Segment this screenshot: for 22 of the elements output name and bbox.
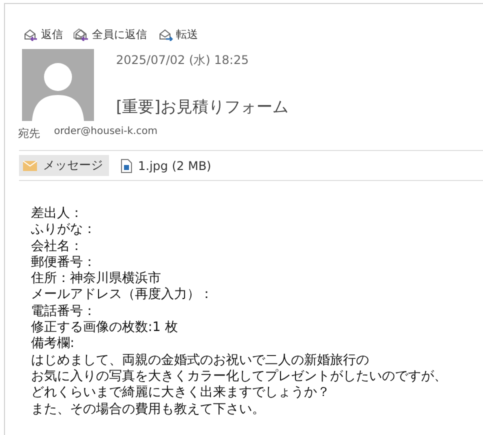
date-text: 2025/07/02 (水) 18:25 (116, 52, 250, 69)
forward-button[interactable]: 転送 (157, 26, 198, 42)
body-line: 差出人： (31, 206, 84, 222)
body-line: 備考欄: (31, 336, 76, 353)
reply-button[interactable]: 返信 (22, 26, 63, 42)
body-line: はじめまして、両親の金婚式のお祝いで二人の新婚旅行の (31, 352, 370, 369)
body-line: 住所：神奈川県横浜市 (31, 271, 162, 287)
message-tab[interactable]: メッセージ (19, 155, 109, 176)
reply-all-button[interactable]: 全員に返信 (73, 26, 147, 42)
to-label: 宛先 (18, 126, 40, 141)
body-line: メールアドレス（再度入力）： (31, 287, 214, 304)
recipient-address: order@housei-k.com (54, 126, 158, 139)
body-line: 電話番号： (31, 304, 97, 320)
body-line: また、その場合の費用も教えて下さい。 (31, 402, 266, 418)
body-line: 郵便番号： (31, 254, 97, 271)
attachment-tab[interactable]: 1.jpg (2 MB) (117, 155, 216, 176)
body-line: 修正する画像の枚数:1 枚 (31, 320, 179, 336)
subject-text: [重要]お見積りフォーム (116, 97, 288, 118)
body-line: 会社名： (31, 238, 84, 255)
body-line: お気に入りの写真を大きくカラー化してプレゼントがしたいのですが、 (31, 368, 448, 385)
body-line: ふりがな： (31, 222, 97, 239)
body-line: どれくらいまで綺麗に大きく出来ますでしょうか？ (31, 385, 331, 402)
